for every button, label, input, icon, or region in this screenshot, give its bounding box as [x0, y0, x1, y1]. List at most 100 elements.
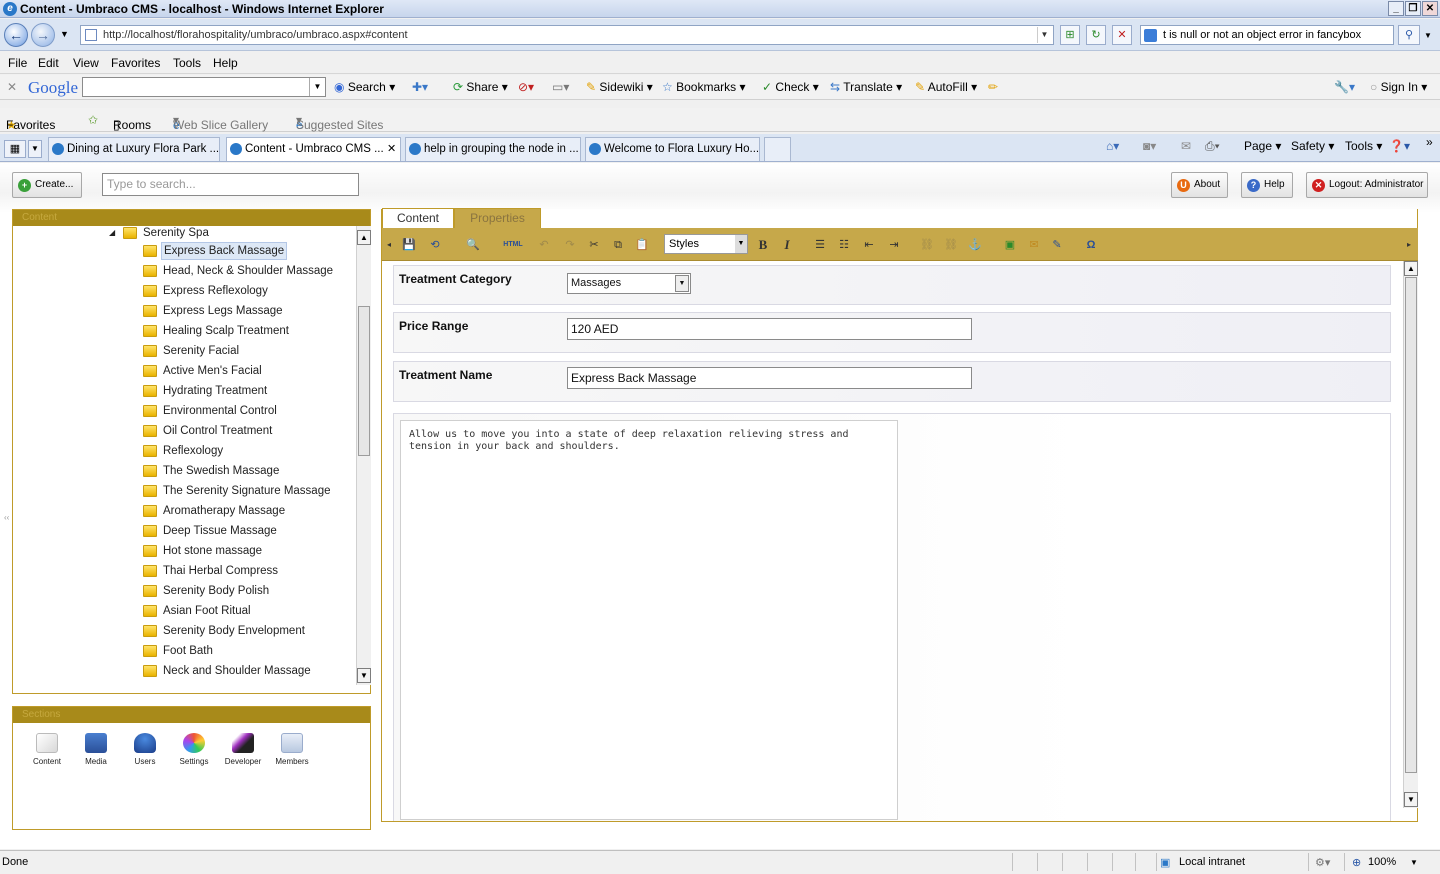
about-button[interactable]: U About [1171, 172, 1228, 198]
numbered-list-icon[interactable]: ☷ [835, 236, 853, 254]
fav-web-slice-gallery[interactable]: e Web Slice Gallery ▾ [173, 113, 268, 132]
collapse-arrow-icon[interactable]: ◢ [109, 226, 115, 242]
umbraco-search-input[interactable]: Type to search... [102, 173, 359, 196]
preview-icon[interactable]: 🔍 [464, 236, 482, 254]
collapse-panel-icon[interactable]: ‹‹ [4, 513, 9, 522]
history-dropdown-icon[interactable]: ▼ [60, 29, 69, 39]
sidewiki-button[interactable]: ✎ Sidewiki ▾ [586, 80, 653, 94]
tab-help-grouping[interactable]: help in grouping the node in ... [405, 137, 581, 161]
search-icon[interactable]: ⚲ [1398, 25, 1420, 45]
indent-icon[interactable]: ⇥ [885, 236, 903, 254]
save-icon[interactable]: 💾 [400, 236, 418, 254]
bookmarks-button[interactable]: ☆ Bookmarks ▾ [662, 80, 746, 94]
link-icon[interactable]: ⛓ [918, 236, 936, 254]
section-settings[interactable]: Settings [172, 733, 216, 766]
new-tab-button[interactable] [764, 137, 791, 161]
redo-icon[interactable]: ↷ [561, 236, 579, 254]
section-members[interactable]: Members [270, 733, 314, 766]
section-content[interactable]: Content [25, 733, 69, 766]
maximize-button[interactable]: ❐ [1405, 1, 1421, 16]
section-developer[interactable]: Developer [221, 733, 265, 766]
translate-button[interactable]: ⇆ Translate ▾ [830, 80, 902, 94]
toolbar-expand-icon[interactable]: ▸ [1404, 236, 1414, 254]
menu-edit[interactable]: Edit [38, 56, 59, 70]
insert-form-icon[interactable]: ✎ [1048, 236, 1066, 254]
add-favorite-icon[interactable]: ✩ [88, 113, 98, 127]
zoom-level[interactable]: 100% [1368, 856, 1396, 868]
share-button[interactable]: ⟳ Share ▾ [453, 80, 508, 94]
treatment-name-input[interactable]: Express Back Massage [567, 367, 972, 389]
wrench-icon[interactable]: 🔧▾ [1334, 80, 1355, 94]
help-button[interactable]: ? Help [1241, 172, 1293, 198]
help-icon[interactable]: ❓▾ [1389, 139, 1410, 153]
tab-list-icon[interactable]: ▼ [28, 140, 42, 158]
menu-tools[interactable]: Tools [173, 56, 201, 70]
tab-dining[interactable]: Dining at Luxury Flora Park ... [48, 137, 220, 161]
check-button[interactable]: ✓ Check ▾ [762, 80, 819, 94]
popup-blocker-icon[interactable]: ⊘▾ [518, 80, 534, 94]
save-publish-icon[interactable]: ⟲ [426, 236, 444, 254]
menu-view[interactable]: View [73, 56, 99, 70]
close-tab-icon[interactable]: ✕ [387, 138, 396, 160]
html-source-button[interactable]: HTML [500, 236, 526, 254]
tab-content[interactable]: Content [382, 208, 454, 228]
stop-icon[interactable]: ✕ [1112, 25, 1132, 45]
tools-menu[interactable]: Tools ▾ [1345, 139, 1382, 153]
create-button[interactable]: + Create... [12, 172, 82, 198]
scroll-down-icon[interactable]: ▼ [357, 668, 371, 683]
print-icon[interactable]: ⎙▾ [1205, 139, 1220, 154]
tree-scrollbar[interactable]: ▲ ▼ [356, 226, 371, 685]
protected-mode-icon[interactable]: ⚙▾ [1315, 856, 1330, 869]
zoom-dropdown-icon[interactable]: ▼ [1410, 858, 1418, 867]
overflow-chevron-icon[interactable]: » [1426, 135, 1433, 149]
search-options-icon[interactable]: ▼ [1424, 31, 1432, 40]
google-search-input[interactable]: ▼ [82, 77, 326, 97]
menu-help[interactable]: Help [213, 56, 238, 70]
unlink-icon[interactable]: ⛓ [942, 236, 960, 254]
page-menu[interactable]: Page ▾ [1244, 139, 1281, 153]
home-icon[interactable]: ⌂▾ [1106, 139, 1119, 153]
styles-dropdown[interactable]: Styles ▼ [664, 234, 748, 254]
undo-icon[interactable]: ↶ [535, 236, 553, 254]
address-input[interactable]: http://localhost/florahospitality/umbrac… [80, 25, 1054, 45]
autofill-button[interactable]: ✎ AutoFill ▾ [915, 80, 977, 94]
paste-icon[interactable]: 📋 [633, 236, 651, 254]
editor-scroll-down-icon[interactable]: ▼ [1404, 792, 1418, 807]
scroll-up-icon[interactable]: ▲ [357, 230, 371, 245]
scroll-thumb[interactable] [358, 306, 370, 456]
bold-icon[interactable]: B [754, 236, 772, 254]
menu-file[interactable]: File [8, 56, 27, 70]
google-search-button[interactable]: ◉ Search ▾ [334, 80, 395, 94]
back-button[interactable]: ← [4, 23, 28, 47]
editor-scrollbar[interactable]: ▲ ▼ [1403, 261, 1418, 808]
copy-icon[interactable]: ⧉ [609, 236, 627, 254]
close-window-button[interactable]: ✕ [1422, 1, 1438, 16]
price-range-input[interactable]: 120 AED [567, 318, 972, 340]
feeds-icon[interactable]: ◙▾ [1143, 139, 1156, 153]
italic-icon[interactable]: I [778, 236, 796, 254]
insert-image-icon[interactable]: ▣ [1001, 236, 1019, 254]
toolbar-collapse-icon[interactable]: ◂ [384, 236, 394, 254]
special-character-icon[interactable]: Ω [1082, 236, 1100, 254]
plus-icon[interactable]: ✚▾ [412, 80, 428, 94]
treatment-category-select[interactable]: Massages ▼ [567, 273, 691, 294]
rich-text-editor[interactable]: Allow us to move you into a state of dee… [400, 420, 898, 820]
mail-icon[interactable]: ✉ [1181, 139, 1191, 153]
logout-button[interactable]: ✕ Logout: Administrator [1306, 172, 1428, 198]
google-search-dropdown-icon[interactable]: ▼ [309, 78, 325, 96]
fav-suggested-sites[interactable]: e Suggested Sites ▾ [296, 113, 383, 132]
tab-umbraco-content[interactable]: Content - Umbraco CMS ... ✕ [226, 137, 401, 161]
outdent-icon[interactable]: ⇤ [860, 236, 878, 254]
editor-scroll-up-icon[interactable]: ▲ [1404, 261, 1418, 276]
close-toolbar-icon[interactable]: ✕ [7, 80, 17, 94]
forward-button[interactable]: → [31, 23, 55, 47]
bullet-list-icon[interactable]: ☰ [811, 236, 829, 254]
refresh-icon[interactable]: ↻ [1086, 25, 1106, 45]
insert-macro-icon[interactable]: ✉ [1025, 236, 1043, 254]
editor-scroll-thumb[interactable] [1405, 277, 1417, 773]
section-users[interactable]: Users [123, 733, 167, 766]
tab-properties[interactable]: Properties [454, 208, 541, 228]
quick-tabs-icon[interactable]: ▦ [4, 140, 26, 158]
sign-in-button[interactable]: ○ Sign In ▾ [1370, 80, 1427, 94]
address-dropdown-icon[interactable]: ▼ [1037, 27, 1051, 43]
